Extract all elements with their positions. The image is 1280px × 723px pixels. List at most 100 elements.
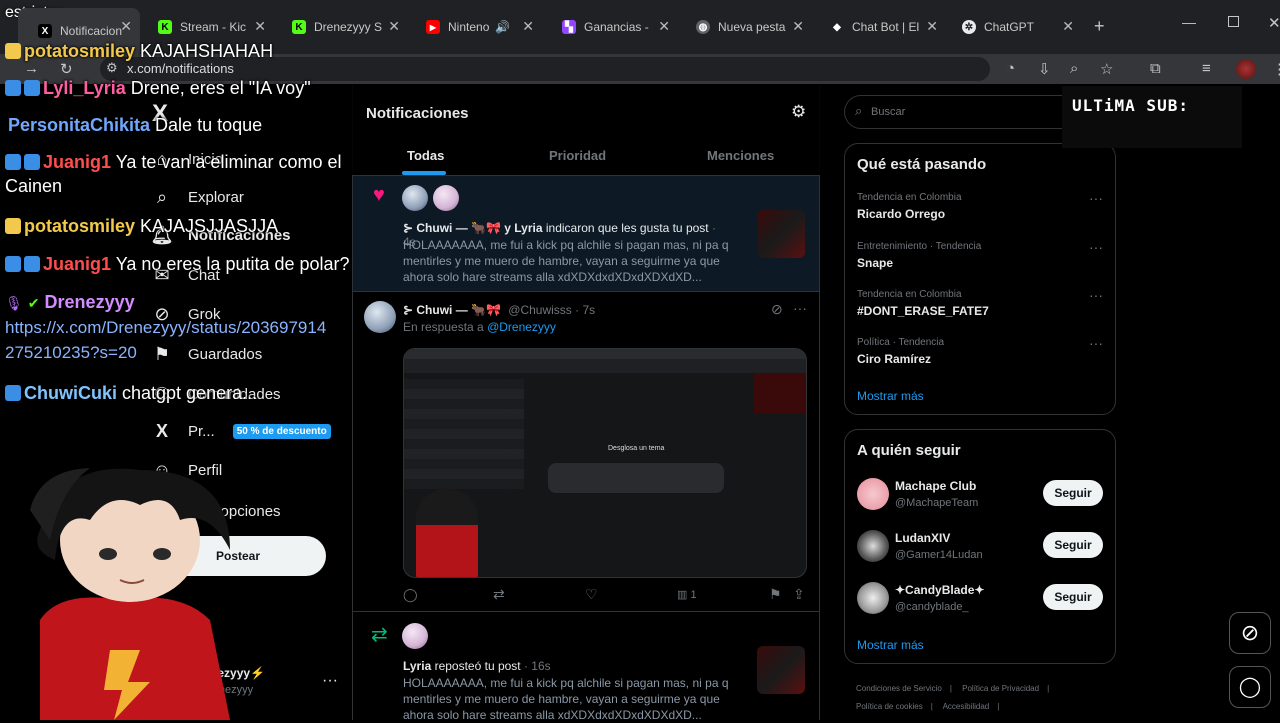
trend-more-icon[interactable]: ···	[1089, 190, 1103, 206]
tab-drenezyyy-kick[interactable]: K Drenezyyy S ✕	[292, 14, 400, 40]
close-tab-icon[interactable]: ✕	[792, 18, 804, 35]
tab-chat-bot[interactable]: ◆ Chat Bot | El ✕	[830, 14, 938, 40]
views-icon[interactable]: ▥ 1	[677, 588, 697, 601]
chat-message: Juanig1 Ya no eres la putita de polar?	[5, 252, 350, 276]
tab-new-tab[interactable]: ◍ Nueva pesta ✕	[696, 14, 804, 40]
tab-stream-kick[interactable]: K Stream - Kic ✕	[158, 14, 266, 40]
reply-to-link[interactable]: @Drenezyyy	[487, 320, 556, 334]
last-sub-overlay: ULTiMA SUB:	[1062, 86, 1242, 148]
tab-active-indicator	[402, 171, 446, 175]
close-tab-icon[interactable]: ✕	[254, 18, 266, 35]
chat-bot-icon: ◆	[833, 21, 841, 33]
reply-icon[interactable]: ◯	[403, 587, 418, 603]
notification-actor: Lyria	[403, 659, 432, 673]
repost-icon[interactable]: ⇄	[493, 586, 505, 603]
minimize-icon[interactable]: —	[1182, 14, 1196, 30]
footer-links: Condiciones de Servicio | Política de Pri…	[856, 684, 1050, 711]
avatar	[857, 478, 889, 510]
crown-badge-icon	[5, 218, 21, 234]
follow-button[interactable]: Seguir	[1043, 532, 1103, 558]
speaker-icon[interactable]: 🔊	[495, 20, 510, 34]
who-to-follow-show-more-link[interactable]: Mostrar más	[857, 638, 924, 652]
tab-prioridad[interactable]: Prioridad	[549, 148, 606, 163]
trend-item[interactable]: Política · Tendencia Ciro Ramírez	[857, 337, 1107, 377]
new-tab-icon[interactable]: +	[1094, 16, 1105, 37]
follow-button[interactable]: Seguir	[1043, 584, 1103, 610]
share-icon[interactable]: ⇪	[793, 586, 805, 603]
chat-link: https://x.com/Drenezyyy/status/203697914	[5, 318, 327, 337]
avatar	[857, 530, 889, 562]
trends-card: Qué está pasando Tendencia en Colombia R…	[844, 143, 1116, 415]
notification-reply[interactable]: ⊱ Chuwi — 🐂🎀 @Chuwisss · 7s ⊘ ··· En res…	[353, 292, 819, 612]
maximize-icon[interactable]	[1228, 16, 1239, 27]
chat-message: Lyli_Lyria Drene, eres el "IA voy"	[5, 76, 311, 100]
footer-accessibility-link[interactable]: Accesibilidad	[943, 702, 990, 711]
image-caption: Desglosa un tema	[608, 445, 665, 452]
footer-privacy-link[interactable]: Política de Privacidad	[962, 684, 1039, 693]
crown-badge-icon	[5, 43, 21, 59]
streamer-avatar-character	[30, 468, 231, 720]
chat-message: ChuwiCuki chatgpt genera...	[5, 381, 257, 405]
account-more-icon: ···	[322, 672, 338, 689]
bookmark-icon[interactable]: ⚑	[769, 586, 782, 603]
tab-nintendo-youtube[interactable]: ▶ Ninteno 🔊 ✕	[426, 14, 534, 40]
close-tab-icon[interactable]: ✕	[926, 18, 938, 35]
notification-repost[interactable]: ⇄ Lyria reposteó tu post · 16s HOLAAAAAA…	[353, 612, 819, 722]
avatar	[433, 185, 459, 211]
trend-item[interactable]: Tendencia en Colombia Ricardo Orrego	[857, 192, 1107, 232]
tab-ganancias-twitch[interactable]: ▚ Ganancias - ✕	[562, 14, 670, 40]
more-icon[interactable]: ···	[793, 300, 807, 316]
close-tab-icon[interactable]: ✕	[522, 18, 534, 35]
close-tab-icon[interactable]: ✕	[120, 18, 132, 35]
chat-message: 🎙︎ ✔ Drenezyyy https://x.com/Drenezyyy/st…	[5, 292, 327, 362]
avatar	[402, 185, 428, 211]
chrome-icon: ◍	[696, 20, 710, 34]
kick-badge-icon	[5, 385, 21, 401]
heart-icon: ♥	[373, 184, 385, 206]
notification-post-text: HOLAAAAAAA, me fui a kick pq alchile si …	[403, 676, 729, 722]
settings-gear-icon[interactable]: ⚙	[791, 102, 806, 122]
youtube-icon: ▶	[426, 20, 440, 34]
trend-item[interactable]: Entretenimiento · Tendencia Snape	[857, 241, 1107, 281]
trend-more-icon[interactable]: ···	[1089, 239, 1103, 255]
trend-more-icon[interactable]: ···	[1089, 287, 1103, 303]
kick-icon: K	[158, 20, 172, 34]
footer-cookies-link[interactable]: Política de cookies	[856, 702, 923, 711]
follow-button[interactable]: Seguir	[1043, 480, 1103, 506]
menu-kebab-icon[interactable]: ⋮	[1272, 60, 1280, 78]
author-handle: @Chuwisss · 7s	[508, 303, 596, 317]
close-tab-icon[interactable]: ✕	[388, 18, 400, 35]
sub-badge-icon	[24, 256, 40, 272]
tab-chatgpt[interactable]: ✲ ChatGPT ✕	[962, 14, 1074, 40]
sub-badge-icon	[24, 154, 40, 170]
notification-like[interactable]: ♥ ⊱ Chuwi — 🐂🎀 y Lyria indicaron que les…	[353, 176, 819, 292]
kick-badge-icon	[5, 80, 21, 96]
trends-show-more-link[interactable]: Mostrar más	[857, 389, 924, 403]
close-window-icon[interactable]: ✕	[1268, 14, 1280, 32]
extensions-icon[interactable]: ⧉	[1150, 60, 1161, 77]
performance-icon[interactable]: ◔	[1006, 60, 1015, 77]
grok-icon[interactable]: ⊘	[771, 301, 783, 318]
media-controls-icon[interactable]: ≡	[1202, 60, 1211, 77]
zoom-icon[interactable]: ⌕	[1070, 60, 1078, 77]
tab-menciones[interactable]: Menciones	[707, 148, 774, 163]
profile-avatar[interactable]	[1236, 59, 1256, 79]
tab-todas[interactable]: Todas	[407, 148, 444, 163]
floating-messages-button[interactable]: ◯	[1229, 666, 1271, 708]
sub-badge-icon	[24, 80, 40, 96]
nav-premium[interactable]: X Pr... 50 % de descuento	[150, 416, 331, 446]
avatar	[857, 582, 889, 614]
chat-message: potatosmiley KAJAJSJJASJJA	[5, 214, 278, 238]
close-tab-icon[interactable]: ✕	[1062, 18, 1074, 35]
footer-terms-link[interactable]: Condiciones de Servicio	[856, 684, 942, 693]
floating-grok-button[interactable]: ⊘	[1229, 612, 1271, 654]
bookmark-star-icon[interactable]: ☆	[1100, 60, 1113, 78]
who-to-follow-card: A quién seguir Machape Club @MachapeTeam…	[844, 429, 1116, 664]
like-icon[interactable]: ♡	[585, 586, 598, 603]
trend-more-icon[interactable]: ···	[1089, 335, 1103, 351]
trend-item[interactable]: Tendencia en Colombia #DONT_ERASE_FATE7	[857, 289, 1107, 329]
post-thumbnail	[757, 646, 805, 694]
install-app-icon[interactable]: ⇩	[1038, 60, 1051, 78]
close-tab-icon[interactable]: ✕	[658, 18, 670, 35]
attached-screenshot[interactable]: Desglosa un tema	[403, 348, 807, 578]
